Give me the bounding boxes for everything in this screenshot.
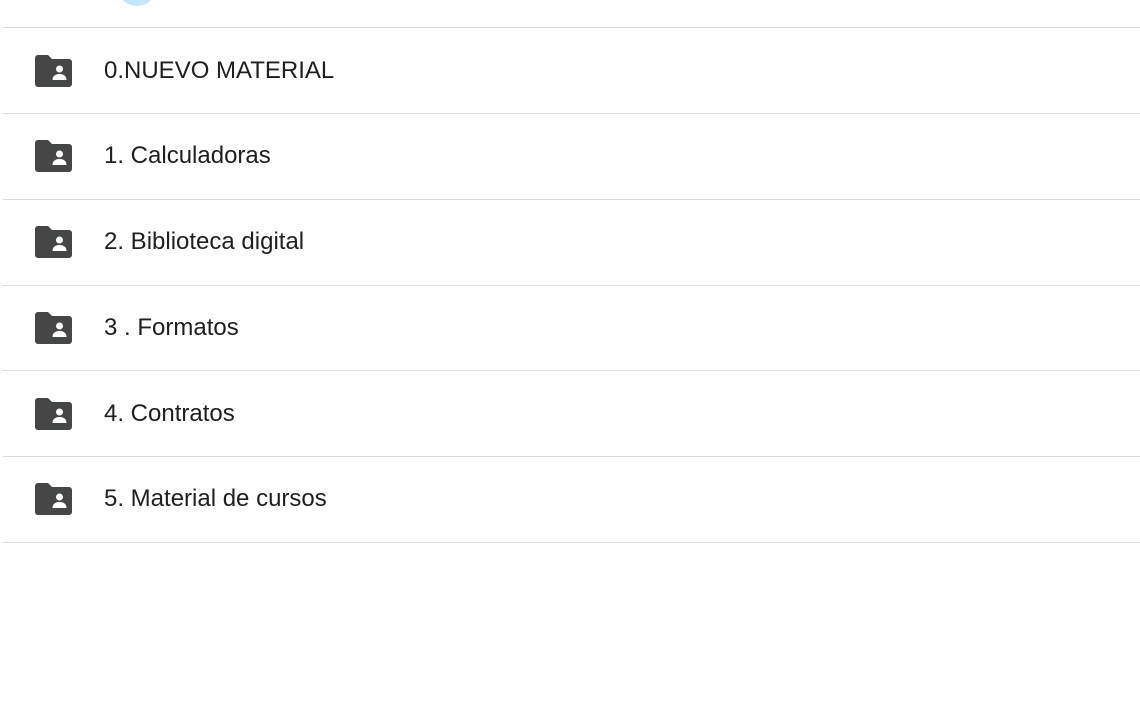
shared-folder-icon (35, 54, 72, 87)
shared-folder-icon (35, 226, 72, 258)
folder-row[interactable]: 5. Material de cursos (3, 457, 1140, 543)
shared-folder-icon (35, 397, 72, 430)
folder-row[interactable]: 3 . Formatos (3, 286, 1140, 371)
shared-folder-icon (35, 311, 72, 344)
folder-name: 1. Calculadoras (104, 142, 271, 170)
drive-folder-view: 0.NUEVO MATERIAL 1. Calculadoras 2. Bibl… (0, 0, 1140, 710)
folder-name: 0.NUEVO MATERIAL (104, 56, 335, 84)
folder-row[interactable]: 1. Calculadoras (3, 114, 1140, 200)
folder-name: 5. Material de cursos (104, 485, 327, 513)
avatar[interactable] (117, 0, 157, 6)
folder-row[interactable]: 4. Contratos (3, 371, 1140, 457)
shared-folder-icon (35, 140, 72, 173)
folder-row[interactable]: 0.NUEVO MATERIAL (3, 28, 1140, 114)
folder-name: 3 . Formatos (104, 313, 239, 341)
folder-name: 2. Biblioteca digital (104, 228, 305, 255)
top-strip (0, 0, 1140, 28)
folder-row[interactable]: 2. Biblioteca digital (3, 200, 1140, 286)
folder-name: 4. Contratos (104, 399, 235, 427)
shared-folder-icon (35, 483, 72, 516)
folder-list: 0.NUEVO MATERIAL 1. Calculadoras 2. Bibl… (3, 27, 1140, 543)
